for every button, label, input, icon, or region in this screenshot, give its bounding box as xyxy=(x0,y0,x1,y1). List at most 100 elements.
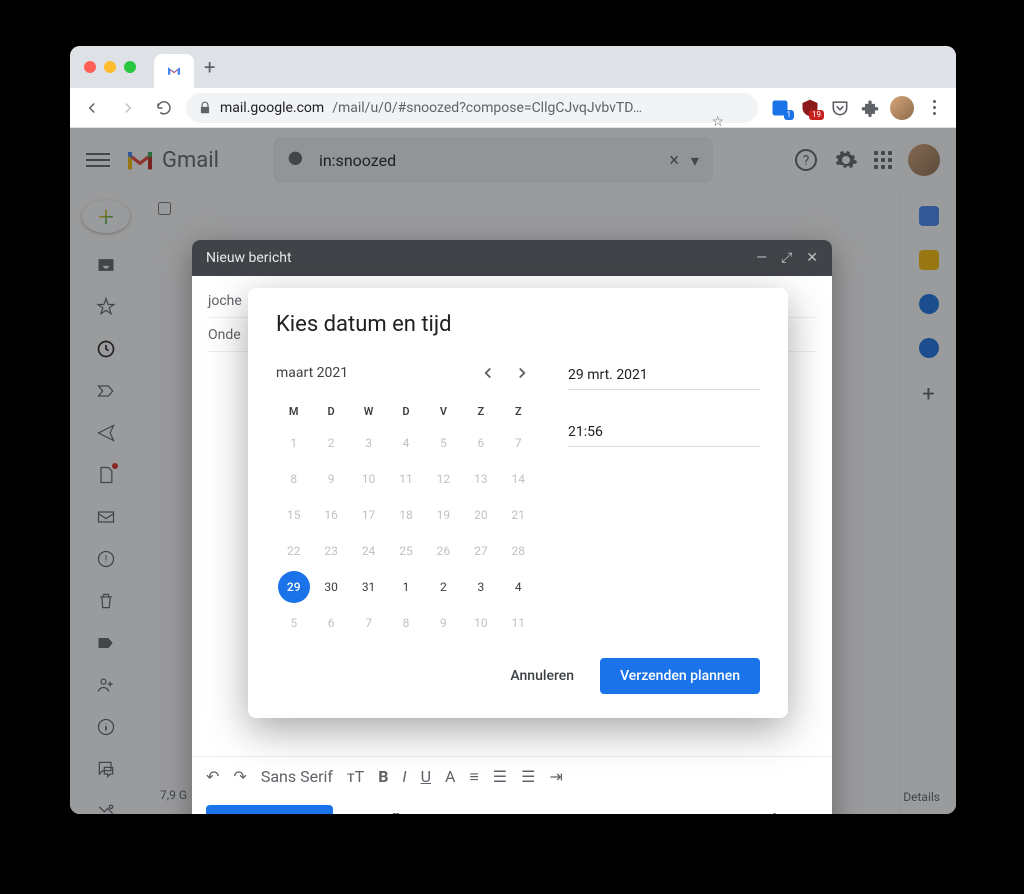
font-size-icon[interactable]: тТ xyxy=(347,767,364,786)
align-icon[interactable]: ≡ xyxy=(469,767,478,787)
calendar-day[interactable]: 29 xyxy=(278,571,310,603)
calendar-day[interactable]: 3 xyxy=(465,571,497,603)
calendar-day[interactable]: 22 xyxy=(278,535,310,567)
insert-emoji-icon[interactable] xyxy=(449,813,469,814)
compose-toolbar: Verzenden ▾ A xyxy=(192,796,832,814)
calendar-dow: D xyxy=(388,399,423,424)
extensions-puzzle-icon[interactable] xyxy=(860,98,880,118)
lock-icon xyxy=(198,101,212,115)
calendar-day[interactable]: 11 xyxy=(390,463,422,495)
undo-icon[interactable]: ↶ xyxy=(206,767,219,786)
calendar-day[interactable]: 1 xyxy=(390,571,422,603)
calendar-day[interactable]: 4 xyxy=(502,571,534,603)
calendar-day[interactable]: 26 xyxy=(427,535,459,567)
calendar-day[interactable]: 2 xyxy=(427,571,459,603)
calendar-day[interactable]: 14 xyxy=(502,463,534,495)
calendar-dow: Z xyxy=(463,399,498,424)
insert-link-icon[interactable] xyxy=(415,813,435,814)
calendar-day[interactable]: 12 xyxy=(427,463,459,495)
list-bulleted-icon[interactable]: ☰ xyxy=(521,767,535,786)
insert-drive-icon[interactable] xyxy=(483,813,503,814)
expand-compose-icon[interactable]: ⤢ xyxy=(781,250,792,266)
calendar-day[interactable]: 10 xyxy=(353,463,385,495)
date-input[interactable] xyxy=(568,361,760,390)
indent-icon[interactable]: ⇥ xyxy=(549,767,562,786)
calendar-day[interactable]: 27 xyxy=(465,535,497,567)
minimize-compose-icon[interactable]: — xyxy=(756,250,767,266)
calendar-day[interactable]: 3 xyxy=(353,427,385,459)
extension-1-icon[interactable]: 1 xyxy=(770,98,790,118)
calendar-day[interactable]: 9 xyxy=(427,607,459,639)
calendar-dow: D xyxy=(313,399,348,424)
new-tab-button[interactable]: + xyxy=(204,55,215,79)
reload-button[interactable] xyxy=(150,94,178,122)
maximize-window-button[interactable] xyxy=(124,61,136,73)
calendar-day[interactable]: 30 xyxy=(315,571,347,603)
url-box[interactable]: mail.google.com/mail/u/0/#snoozed?compos… xyxy=(186,93,758,123)
next-month-button[interactable] xyxy=(508,359,536,387)
minimize-window-button[interactable] xyxy=(104,61,116,73)
calendar-day[interactable]: 8 xyxy=(278,463,310,495)
calendar-day[interactable]: 31 xyxy=(353,571,385,603)
bold-icon[interactable]: B xyxy=(378,767,388,786)
confidential-mode-icon[interactable] xyxy=(551,813,571,814)
format-toggle-icon[interactable]: A xyxy=(347,813,367,814)
calendar-month-label: maart 2021 xyxy=(276,365,348,381)
calendar-day[interactable]: 13 xyxy=(465,463,497,495)
calendar-day[interactable]: 20 xyxy=(465,499,497,531)
underline-icon[interactable]: U xyxy=(421,767,431,786)
calendar-day[interactable]: 9 xyxy=(315,463,347,495)
calendar-day[interactable]: 24 xyxy=(353,535,385,567)
gmail-app: Gmail × ▾ ? + xyxy=(70,128,956,814)
send-button[interactable]: Verzenden ▾ xyxy=(206,805,333,814)
calendar-day[interactable]: 5 xyxy=(427,427,459,459)
calendar-day[interactable]: 17 xyxy=(353,499,385,531)
insert-photo-icon[interactable] xyxy=(517,813,537,814)
calendar-day[interactable]: 15 xyxy=(278,499,310,531)
calendar-day[interactable]: 19 xyxy=(427,499,459,531)
redo-icon[interactable]: ↷ xyxy=(233,767,246,786)
browser-menu-button[interactable] xyxy=(924,100,944,115)
more-options-icon[interactable] xyxy=(764,813,784,814)
calendar-day[interactable]: 10 xyxy=(465,607,497,639)
calendar-day[interactable]: 2 xyxy=(315,427,347,459)
extension-ublock-icon[interactable]: 19 xyxy=(800,98,820,118)
profile-avatar[interactable] xyxy=(890,96,914,120)
calendar-day[interactable]: 25 xyxy=(390,535,422,567)
forward-button[interactable] xyxy=(114,94,142,122)
prev-month-button[interactable] xyxy=(474,359,502,387)
text-color-icon[interactable]: A xyxy=(445,767,455,786)
close-window-button[interactable] xyxy=(84,61,96,73)
calendar-day[interactable]: 6 xyxy=(315,607,347,639)
schedule-send-button[interactable]: Verzenden plannen xyxy=(600,658,760,694)
calendar-day[interactable]: 23 xyxy=(315,535,347,567)
back-button[interactable] xyxy=(78,94,106,122)
time-input[interactable] xyxy=(568,418,760,447)
calendar-day[interactable]: 28 xyxy=(502,535,534,567)
browser-tab-gmail[interactable] xyxy=(154,54,194,88)
calendar-day[interactable]: 4 xyxy=(390,427,422,459)
calendar-day[interactable]: 16 xyxy=(315,499,347,531)
extension-pocket-icon[interactable] xyxy=(830,98,850,118)
calendar-day[interactable]: 7 xyxy=(353,607,385,639)
calendar-day[interactable]: 1 xyxy=(278,427,310,459)
address-bar: mail.google.com/mail/u/0/#snoozed?compos… xyxy=(70,88,956,128)
window-titlebar: + xyxy=(70,46,956,88)
attach-file-icon[interactable] xyxy=(381,813,401,814)
calendar-day[interactable]: 11 xyxy=(502,607,534,639)
calendar-day[interactable]: 8 xyxy=(390,607,422,639)
calendar-day[interactable]: 21 xyxy=(502,499,534,531)
calendar-day[interactable]: 7 xyxy=(502,427,534,459)
cancel-button[interactable]: Annuleren xyxy=(496,658,588,694)
calendar-day[interactable]: 6 xyxy=(465,427,497,459)
discard-draft-icon[interactable] xyxy=(798,813,818,814)
list-numbered-icon[interactable]: ☰ xyxy=(493,767,507,786)
font-family-select[interactable]: Sans Serif xyxy=(261,767,333,786)
compose-header[interactable]: Nieuw bericht — ⤢ ✕ xyxy=(192,240,832,276)
calendar-day[interactable]: 5 xyxy=(278,607,310,639)
calendar-day[interactable]: 18 xyxy=(390,499,422,531)
calendar-grid: MDWDVZZ123456789101112131415161718192021… xyxy=(276,399,536,640)
insert-signature-icon[interactable] xyxy=(585,813,605,814)
italic-icon[interactable]: I xyxy=(402,767,406,786)
close-compose-icon[interactable]: ✕ xyxy=(806,250,818,266)
